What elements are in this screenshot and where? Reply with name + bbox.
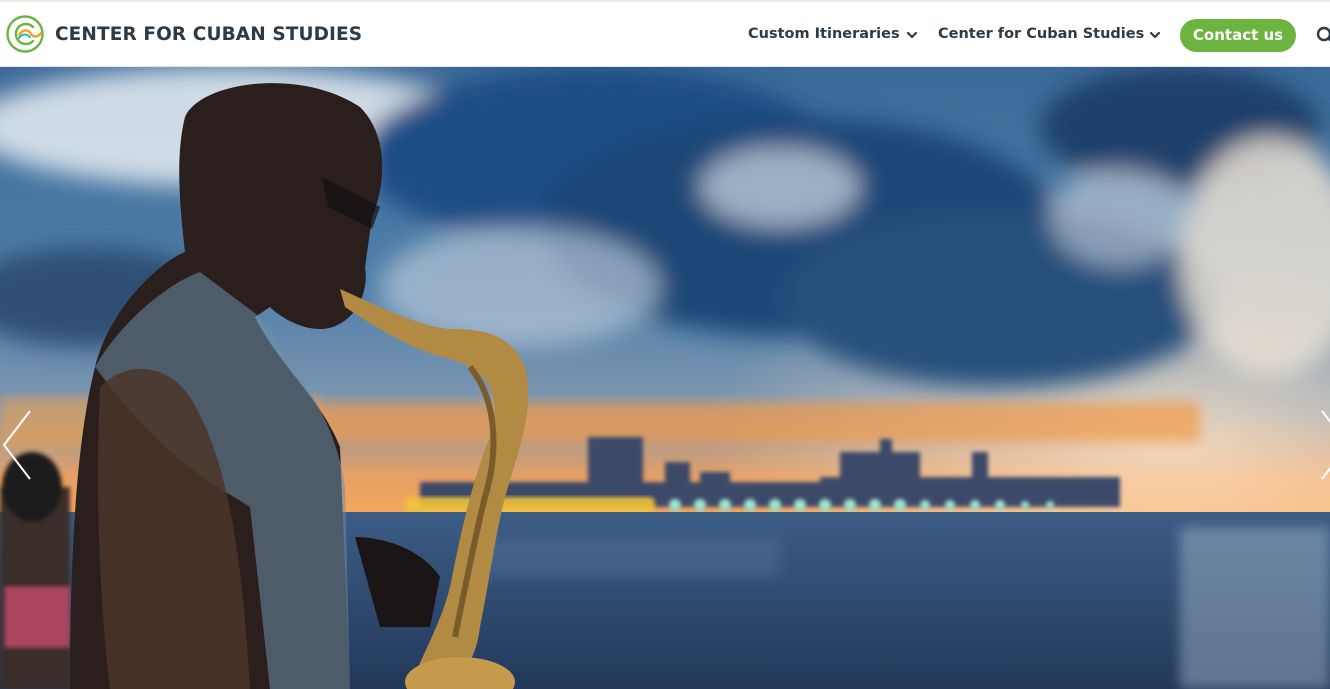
chevron-left-icon[interactable] bbox=[0, 407, 34, 483]
contact-us-button[interactable]: Contact us bbox=[1180, 19, 1296, 52]
hero-image bbox=[0, 67, 1330, 689]
hero-carousel[interactable] bbox=[0, 67, 1330, 689]
nav-custom-itineraries[interactable]: Custom Itineraries bbox=[748, 26, 900, 42]
site-title[interactable]: CENTER FOR CUBAN STUDIES bbox=[55, 24, 362, 45]
site-header: CENTER FOR CUBAN STUDIES Custom Itinerar… bbox=[0, 2, 1330, 67]
swirl-logo-icon[interactable] bbox=[5, 14, 45, 54]
chevron-right-icon[interactable] bbox=[1318, 407, 1330, 483]
search-icon[interactable] bbox=[1316, 26, 1330, 46]
chevron-down-icon[interactable] bbox=[906, 30, 918, 40]
nav-center-for-cuban-studies[interactable]: Center for Cuban Studies bbox=[938, 26, 1144, 42]
chevron-down-icon[interactable] bbox=[1149, 30, 1161, 40]
